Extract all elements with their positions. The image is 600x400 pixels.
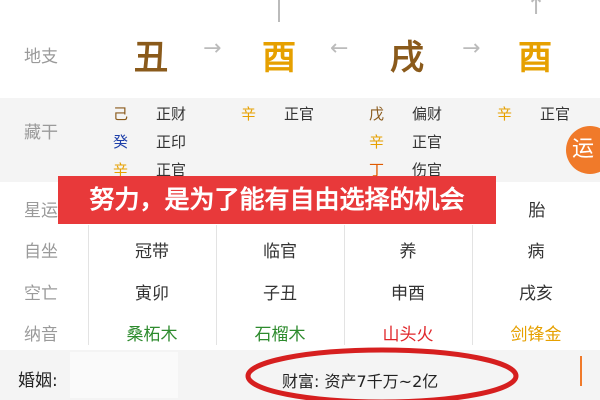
nayin-cell: 桑柘木 bbox=[126, 325, 178, 345]
top-connector-line bbox=[278, 0, 280, 22]
zizuo-cell: 养 bbox=[399, 242, 417, 262]
canggan-gan: 辛 bbox=[241, 105, 257, 123]
dizhi-3: 戌 bbox=[390, 38, 424, 78]
row-label-xingyun: 星运 bbox=[24, 201, 58, 221]
canggan-shishen: 正官 bbox=[284, 105, 315, 123]
yun-button-label: 运 bbox=[572, 137, 595, 162]
row-label-kongwang: 空亡 bbox=[24, 284, 58, 304]
arrow-right-icon: → bbox=[203, 36, 222, 61]
zizuo-cell: 临官 bbox=[263, 242, 297, 262]
marriage-value-box[interactable] bbox=[70, 352, 178, 398]
canggan-shishen: 偏财 bbox=[412, 105, 443, 123]
zizuo-cell: 病 bbox=[527, 242, 545, 262]
banner-text: 努力，是为了能有自由选择的机会 bbox=[89, 185, 465, 214]
scroll-indicator bbox=[580, 356, 582, 386]
kongwang-cell: 戌亥 bbox=[519, 284, 553, 304]
canggan-shishen: 正官 bbox=[540, 105, 571, 123]
kongwang-cell: 寅卯 bbox=[135, 284, 169, 304]
nayin-cell: 石榴木 bbox=[254, 325, 306, 345]
canggan-shishen: 正印 bbox=[156, 133, 187, 151]
canggan-gan: 癸 bbox=[113, 133, 129, 151]
arrow-left-icon: ← bbox=[330, 36, 349, 61]
up-arrow-icon: ↑ bbox=[526, 0, 547, 20]
row-label-zizuo: 自坐 bbox=[24, 242, 58, 262]
motivation-banner: 努力，是为了能有自由选择的机会 bbox=[58, 176, 496, 224]
marriage-label: 婚姻: bbox=[18, 371, 58, 391]
dizhi-1: 丑 bbox=[134, 38, 168, 78]
wealth-value: 财富: 资产7千万~2亿 bbox=[282, 372, 439, 391]
row-label-canggan: 藏干 bbox=[24, 123, 58, 143]
canggan-shishen: 正官 bbox=[412, 133, 443, 151]
canggan-gan: 辛 bbox=[497, 105, 513, 123]
dizhi-2: 酉 bbox=[262, 38, 296, 78]
canggan-gan: 己 bbox=[113, 105, 129, 123]
row-label-nayin: 纳音 bbox=[24, 325, 58, 345]
dizhi-4: 酉 bbox=[518, 38, 552, 78]
nayin-cell: 剑锋金 bbox=[510, 325, 562, 345]
row-label-dizhi: 地支 bbox=[24, 47, 58, 67]
canggan-gan: 辛 bbox=[369, 133, 385, 151]
canggan-shishen: 正财 bbox=[156, 105, 187, 123]
zizuo-cell: 冠带 bbox=[135, 242, 169, 262]
kongwang-cell: 申酉 bbox=[391, 284, 425, 304]
canggan-gan: 戊 bbox=[369, 105, 385, 123]
kongwang-cell: 子丑 bbox=[263, 284, 297, 304]
arrow-right-icon: → bbox=[462, 36, 481, 61]
nayin-cell: 山头火 bbox=[382, 325, 434, 345]
